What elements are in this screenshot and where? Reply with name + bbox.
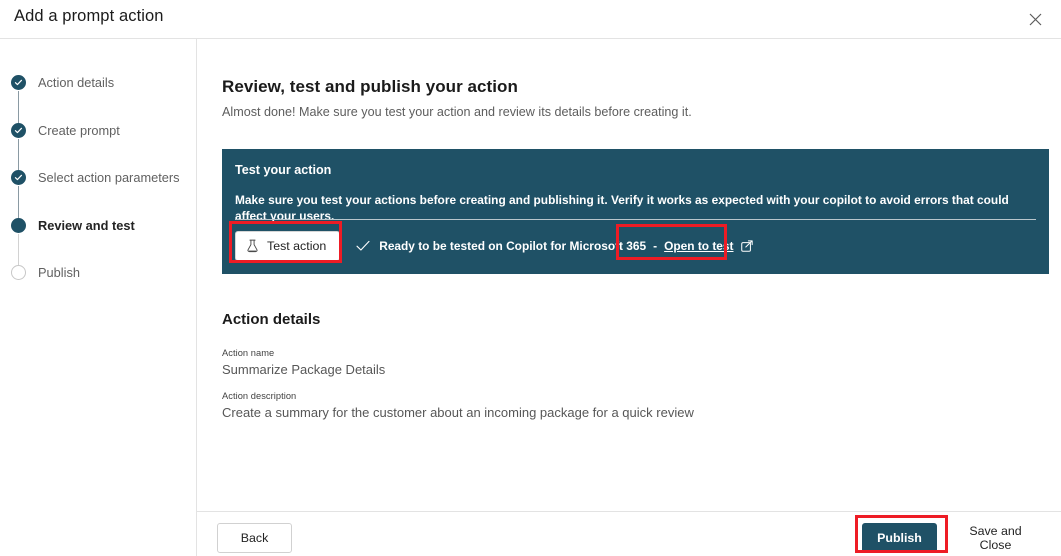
close-glyph [1029, 13, 1042, 26]
test-action-button-label: Test action [267, 239, 326, 253]
add-prompt-action-dialog: Add a prompt action Action details [0, 0, 1061, 556]
step-marker [8, 75, 28, 90]
close-icon[interactable] [1019, 4, 1051, 34]
sidebar-item-label: Publish [38, 265, 80, 281]
test-action-button[interactable]: Test action [235, 231, 340, 261]
main-content: Review, test and publish your action Alm… [197, 39, 1061, 511]
step-connector [18, 139, 19, 171]
sidebar-item-select-action-parameters[interactable]: Select action parameters [8, 170, 193, 218]
action-details-heading: Action details [222, 311, 320, 328]
page-subtitle: Almost done! Make sure you test your act… [222, 105, 692, 119]
beaker-icon [246, 239, 259, 253]
test-status-text: Ready to be tested on Copilot for Micros… [379, 239, 646, 253]
test-panel-divider [235, 219, 1036, 220]
open-to-test-label: Open to test [664, 239, 733, 253]
status-separator: - [653, 239, 657, 253]
checkmark-glyph [14, 173, 23, 182]
dialog-header: Add a prompt action [0, 0, 1061, 38]
stepper-sidebar: Action details Create prompt [0, 39, 196, 556]
stepper: Action details Create prompt [8, 75, 193, 313]
step-active-icon [11, 218, 26, 233]
back-button[interactable]: Back [217, 523, 292, 553]
publish-button[interactable]: Publish [862, 523, 937, 553]
sidebar-item-action-details[interactable]: Action details [8, 75, 193, 123]
step-marker [8, 123, 28, 138]
external-link-icon [741, 240, 753, 252]
sidebar-item-label: Action details [38, 75, 114, 91]
action-name-field: Action name Summarize Package Details [222, 348, 385, 377]
sidebar-item-label: Create prompt [38, 123, 120, 139]
test-your-action-panel: Test your action Make sure you test your… [222, 149, 1049, 274]
sidebar-item-publish[interactable]: Publish [8, 265, 193, 313]
step-connector [18, 234, 19, 266]
dialog-footer: Back Publish Save and Close [197, 512, 1061, 556]
step-complete-icon [11, 75, 26, 90]
page-title: Review, test and publish your action [222, 77, 518, 97]
checkmark-icon [356, 240, 370, 252]
sidebar-item-label: Review and test [38, 218, 135, 234]
sidebar-item-review-and-test[interactable]: Review and test [8, 218, 193, 266]
step-marker [8, 265, 28, 280]
action-description-label: Action description [222, 391, 694, 401]
action-description-field: Action description Create a summary for … [222, 391, 694, 420]
sidebar-item-create-prompt[interactable]: Create prompt [8, 123, 193, 171]
action-description-value: Create a summary for the customer about … [222, 405, 694, 420]
test-panel-title: Test your action [235, 161, 1036, 179]
external-link-glyph [741, 240, 753, 252]
checkmark-glyph [14, 126, 23, 135]
action-name-value: Summarize Package Details [222, 362, 385, 377]
checkmark-glyph [356, 240, 370, 252]
step-connector [18, 91, 19, 123]
step-pending-icon [11, 265, 26, 280]
step-marker [8, 170, 28, 185]
step-complete-icon [11, 123, 26, 138]
step-marker [8, 218, 28, 233]
dialog-title: Add a prompt action [14, 7, 164, 26]
checkmark-glyph [14, 78, 23, 87]
save-and-close-button[interactable]: Save and Close [945, 523, 1046, 553]
step-complete-icon [11, 170, 26, 185]
sidebar-item-label: Select action parameters [38, 170, 180, 186]
step-connector [18, 186, 19, 218]
open-to-test-link[interactable]: Open to test [664, 239, 752, 253]
action-name-label: Action name [222, 348, 385, 358]
test-panel-actions: Test action Ready to be tested on Copilo… [235, 231, 753, 261]
beaker-glyph [246, 239, 259, 253]
